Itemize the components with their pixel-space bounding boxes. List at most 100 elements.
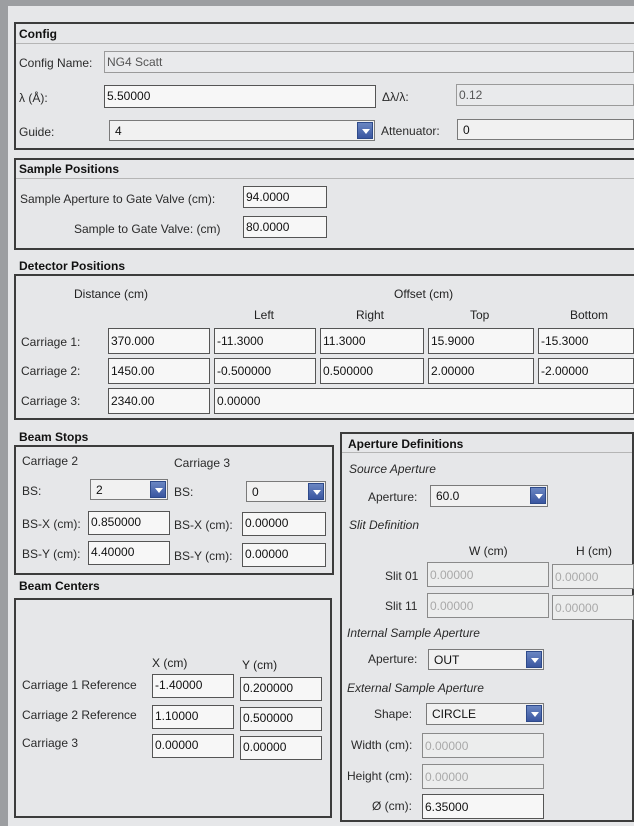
carriage-1-top[interactable]: 15.9000 [428,328,534,354]
carriage-1-distance[interactable]: 370.000 [108,328,210,354]
external-sample-aperture-header: External Sample Aperture [347,681,484,695]
offset-header: Offset (cm) [394,287,454,301]
lambda-label: λ (Å): [19,91,48,105]
aperture-definitions-title: Aperture Definitions [348,437,464,451]
carriage-3-label: Carriage 3: [21,394,81,408]
attenuator-dropdown[interactable]: 0 [457,119,634,140]
bc-carriage-3-label: Carriage 3 [22,736,79,750]
chevron-down-icon[interactable] [530,487,546,504]
bc-carriage-3-y[interactable]: 0.00000 [240,736,322,760]
guide-value: 4 [115,124,122,138]
slit11-h-field[interactable]: 0.00000 [552,595,634,620]
bsy-c3-label: BS-Y (cm): [174,549,233,563]
chevron-down-icon[interactable] [308,483,324,500]
bs-c3-label: BS: [174,485,194,499]
bc-carriage-2-y[interactable]: 0.500000 [240,707,322,731]
slit01-label: Slit 01 [385,569,419,583]
carriage-3-offset[interactable]: 0.00000 [214,388,634,414]
dlambda-field[interactable]: 0.12 [456,84,634,106]
bc-carriage-1-y[interactable]: 0.200000 [240,677,322,701]
carriage-2-top[interactable]: 2.00000 [428,358,534,384]
bs-c3-dropdown[interactable]: 0 [246,481,326,502]
attenuator-label: Attenuator: [381,124,440,138]
w-header: W (cm) [469,544,508,558]
diameter-field[interactable]: 6.35000 [422,794,544,819]
internal-aperture-dropdown[interactable]: OUT [428,649,544,670]
sample-aperture-field[interactable]: 94.0000 [243,186,327,208]
guide-dropdown[interactable]: 4 [109,120,375,141]
config-title: Config [19,27,57,41]
beam-centers-title: Beam Centers [19,579,100,593]
carriage-1-left[interactable]: -11.3000 [214,328,316,354]
chevron-down-icon[interactable] [357,122,373,139]
slit01-h-field[interactable]: 0.00000 [552,564,634,589]
dlambda-label: Δλ/λ: [382,90,409,104]
bc-carriage-1-label: Carriage 1 Reference [22,678,137,692]
bc-carriage-3-x[interactable]: 0.00000 [152,734,234,758]
shape-value: CIRCLE [432,707,477,721]
carriage-2-bottom[interactable]: -2.00000 [538,358,634,384]
slit01-w-field[interactable]: 0.00000 [427,562,549,587]
carriage-1-bottom[interactable]: -15.3000 [538,328,634,354]
chevron-down-icon[interactable] [526,705,542,722]
width-field[interactable]: 0.00000 [422,733,544,758]
source-aperture-header: Source Aperture [349,462,436,476]
sample-gate-label: Sample to Gate Valve: (cm) [74,222,221,236]
detector-positions-title: Detector Positions [19,259,126,273]
config-window: Config Config Name: NG4 Scatt λ (Å): 5.5… [8,6,634,826]
height-label: Height (cm): [347,769,413,783]
bs-c2-label: BS: [22,484,42,498]
col-bottom-header: Bottom [570,308,609,322]
x-header: X (cm) [152,656,188,670]
carriage-2-distance[interactable]: 1450.00 [108,358,210,384]
bc-carriage-2-label: Carriage 2 Reference [22,708,137,722]
slit11-label: Slit 11 [385,599,418,613]
internal-aperture-value: OUT [434,653,460,667]
shape-dropdown[interactable]: CIRCLE [426,703,544,725]
y-header: Y (cm) [242,658,278,672]
slit-definition-header: Slit Definition [349,518,420,532]
attenuator-value: 0 [463,123,470,137]
sample-gate-field[interactable]: 80.0000 [243,216,327,238]
bsy-c3-field[interactable]: 0.00000 [242,543,326,567]
carriage-1-right[interactable]: 11.3000 [320,328,424,354]
chevron-down-icon[interactable] [150,481,166,498]
bsx-c3-label: BS-X (cm): [174,518,233,532]
height-field[interactable]: 0.00000 [422,764,544,789]
h-header: H (cm) [576,544,612,558]
sample-aperture-label: Sample Aperture to Gate Valve (cm): [20,192,216,206]
bs-carriage-3-header: Carriage 3 [174,456,231,470]
bsy-c2-field[interactable]: 4.40000 [88,541,170,565]
source-aperture-dropdown[interactable]: 60.0 [430,485,548,507]
internal-aperture-label: Aperture: [368,652,418,666]
sample-positions-title: Sample Positions [19,162,120,176]
bs-c2-value: 2 [96,483,103,497]
carriage-3-distance[interactable]: 2340.00 [108,388,210,414]
diameter-label: Ø (cm): [372,799,412,813]
source-aperture-label: Aperture: [368,490,418,504]
bs-carriage-2-header: Carriage 2 [22,454,79,468]
slit11-w-field[interactable]: 0.00000 [427,593,549,618]
config-title-divider [16,43,634,44]
chevron-down-icon[interactable] [526,651,542,668]
carriage-2-right[interactable]: 0.500000 [320,358,424,384]
bsx-c2-field[interactable]: 0.850000 [88,511,170,535]
bc-carriage-2-x[interactable]: 1.10000 [152,705,234,729]
aperture-definitions-divider [342,452,632,453]
sample-positions-divider [16,178,634,179]
bsx-c3-field[interactable]: 0.00000 [242,512,326,536]
col-top-header: Top [470,308,490,322]
internal-sample-aperture-header: Internal Sample Aperture [347,626,480,640]
config-name-field[interactable]: NG4 Scatt [104,51,634,73]
carriage-1-label: Carriage 1: [21,335,81,349]
shape-label: Shape: [374,707,413,721]
lambda-field[interactable]: 5.50000 [104,85,376,108]
col-left-header: Left [254,308,275,322]
carriage-2-left[interactable]: -0.500000 [214,358,316,384]
bsy-c2-label: BS-Y (cm): [22,547,81,561]
bs-c2-dropdown[interactable]: 2 [90,479,168,500]
bc-carriage-1-x[interactable]: -1.40000 [152,674,234,698]
config-name-label: Config Name: [19,56,93,70]
beam-stops-title: Beam Stops [19,430,89,444]
distance-header: Distance (cm) [74,287,149,301]
